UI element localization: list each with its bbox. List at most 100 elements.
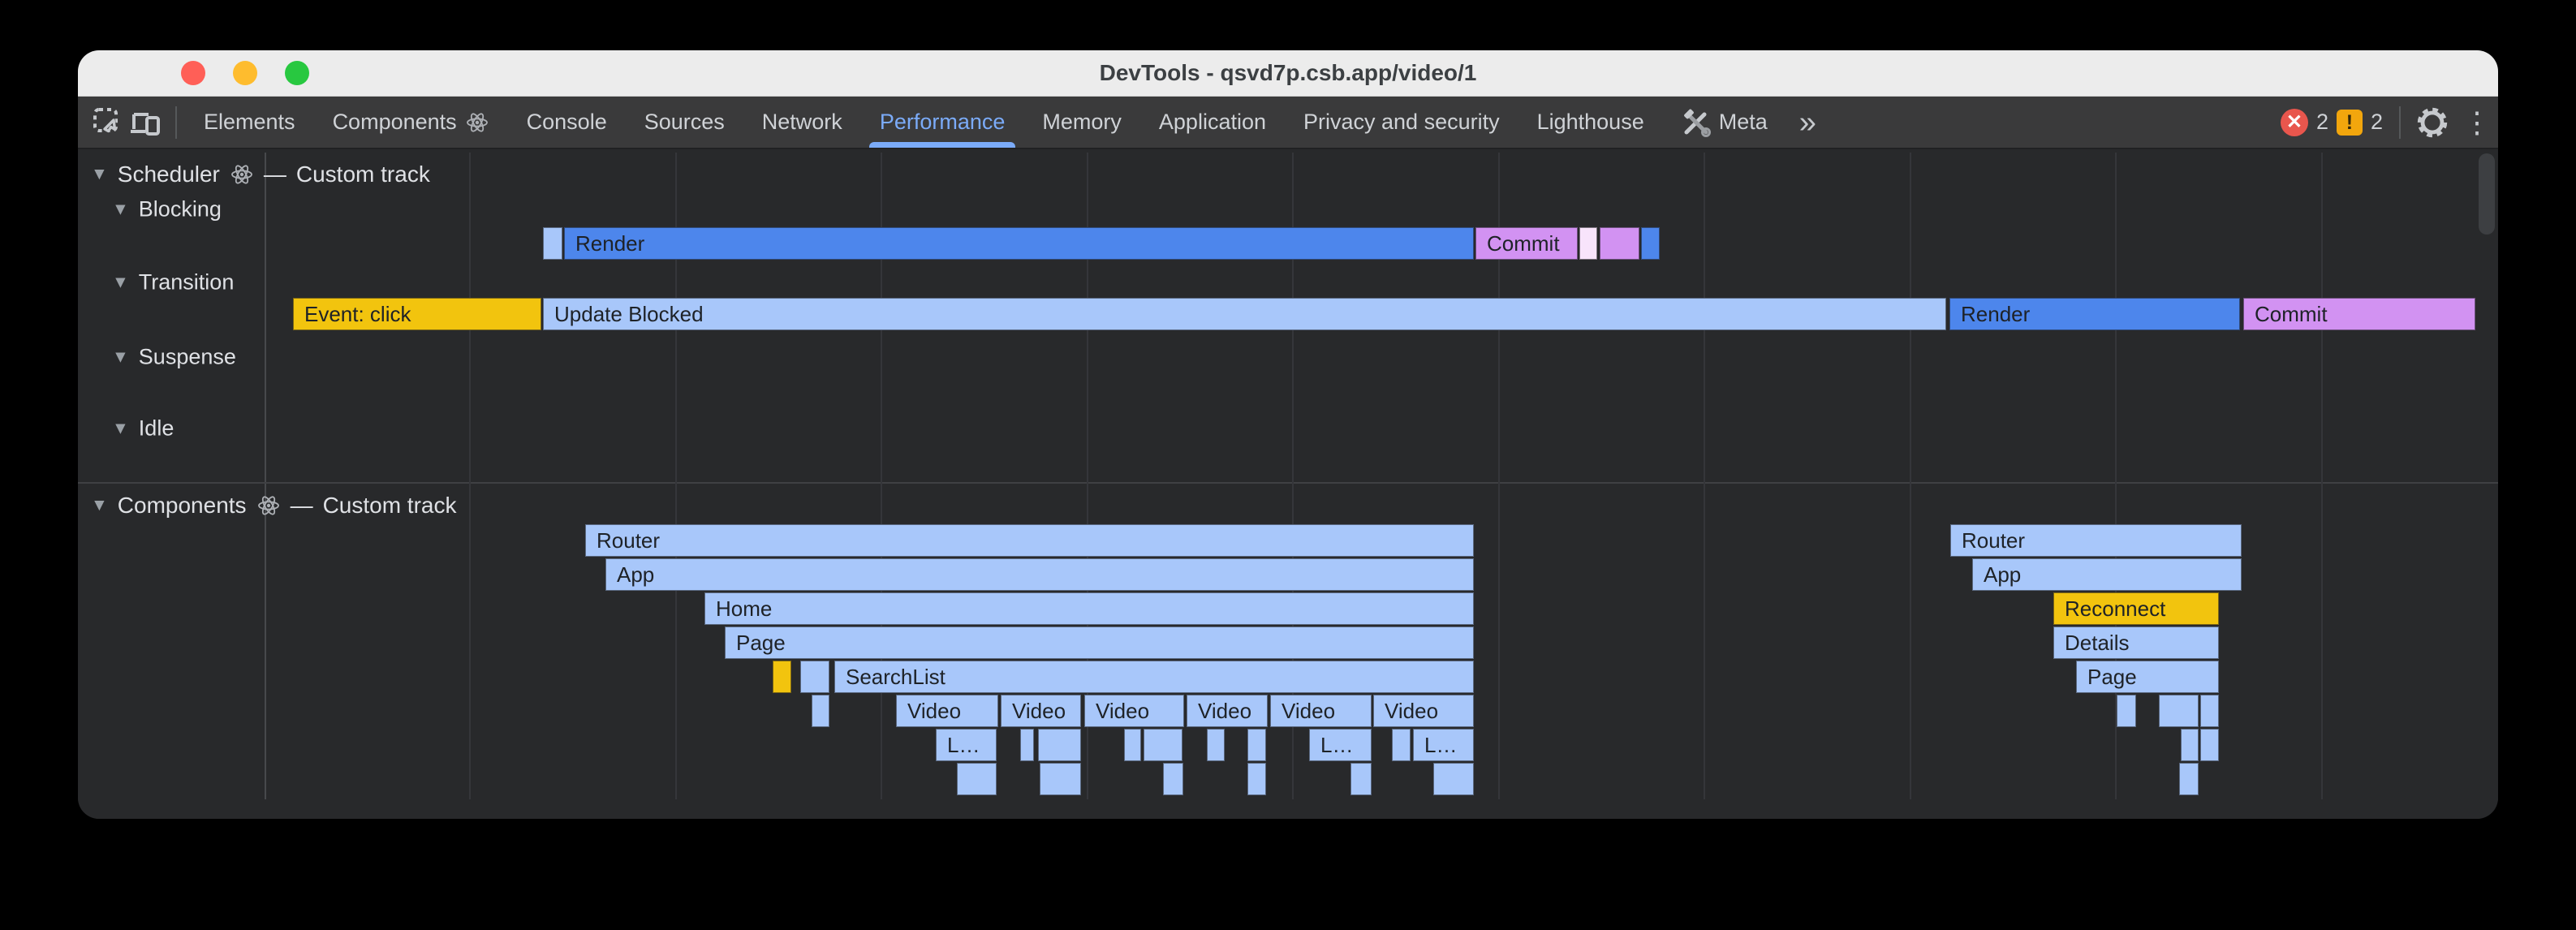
flame-bar-event-click[interactable]: Event: click bbox=[293, 298, 541, 330]
track-header-components[interactable]: ▼Components —Custom track bbox=[91, 493, 457, 519]
flame-bar[interactable] bbox=[1124, 729, 1141, 761]
flame-bar[interactable] bbox=[1207, 729, 1225, 761]
flame-bar-searchlist[interactable]: SearchList bbox=[834, 661, 1474, 693]
track-dash: — bbox=[264, 161, 286, 187]
tab-meta[interactable]: Meta bbox=[1663, 97, 1786, 148]
device-toolbar-icon[interactable] bbox=[127, 104, 164, 141]
flame-bar[interactable] bbox=[1163, 763, 1183, 795]
vertical-scrollbar[interactable] bbox=[2479, 153, 2495, 235]
tab-components[interactable]: Components bbox=[314, 97, 508, 148]
flame-bar[interactable] bbox=[1600, 227, 1639, 260]
flame-bar[interactable] bbox=[543, 227, 562, 260]
flame-bar[interactable] bbox=[2117, 695, 2136, 727]
lane-label-transition[interactable]: ▼Transition bbox=[112, 270, 234, 295]
track-header-scheduler[interactable]: ▼ Scheduler — Custom track bbox=[91, 161, 430, 187]
flame-bar-home[interactable]: Home bbox=[704, 592, 1474, 625]
flame-bar-router[interactable]: Router bbox=[585, 524, 1474, 557]
flame-bar[interactable] bbox=[1247, 763, 1266, 795]
tab-label: Memory bbox=[1042, 110, 1122, 135]
flame-bar-commit[interactable]: Commit bbox=[2243, 298, 2475, 330]
tab-console[interactable]: Console bbox=[508, 97, 626, 148]
flame-bar[interactable] bbox=[2179, 763, 2199, 795]
flame-bar[interactable] bbox=[1392, 729, 1411, 761]
flame-bar-l[interactable]: L… bbox=[1413, 729, 1474, 761]
lane-label-blocking[interactable]: ▼ Blocking bbox=[112, 197, 222, 222]
flame-bar[interactable] bbox=[1433, 763, 1474, 795]
issues-count[interactable]: 2 bbox=[2371, 110, 2383, 135]
flame-bar-reconnect[interactable]: Reconnect bbox=[2053, 592, 2219, 625]
tab-sources[interactable]: Sources bbox=[626, 97, 743, 148]
flame-bar-video[interactable]: Video bbox=[1373, 695, 1474, 727]
tab-performance[interactable]: Performance bbox=[861, 97, 1024, 148]
tab-lighthouse[interactable]: Lighthouse bbox=[1518, 97, 1663, 148]
flame-bar[interactable] bbox=[800, 661, 829, 693]
flame-bar[interactable] bbox=[1040, 763, 1081, 795]
error-count[interactable]: 2 bbox=[2316, 110, 2328, 135]
flame-bar-router[interactable]: Router bbox=[1950, 524, 2242, 557]
more-tabs-button[interactable]: » bbox=[1786, 98, 1829, 147]
gridline bbox=[1704, 153, 1705, 799]
collapse-triangle-icon[interactable]: ▼ bbox=[112, 200, 129, 219]
flame-bar-l[interactable]: L… bbox=[1309, 729, 1372, 761]
track-name: Scheduler bbox=[118, 161, 220, 187]
track-dash: — bbox=[291, 493, 313, 519]
flame-bar[interactable] bbox=[1144, 729, 1182, 761]
tab-privacy-and-security[interactable]: Privacy and security bbox=[1285, 97, 1518, 148]
track-kind: Custom track bbox=[296, 161, 430, 187]
devtools-toolbar: Elements Components ConsoleSourcesNetwork… bbox=[78, 97, 2498, 149]
flame-bar-video[interactable]: Video bbox=[1001, 695, 1081, 727]
devtools-window: DevTools - qsvd7p.csb.app/video/1 Elemen… bbox=[78, 50, 2498, 819]
flame-bar-page[interactable]: Page bbox=[2076, 661, 2219, 693]
inspect-element-icon[interactable] bbox=[89, 104, 127, 141]
tab-label: Lighthouse bbox=[1537, 110, 1644, 135]
flame-bar[interactable] bbox=[1641, 227, 1660, 260]
tab-label: Components bbox=[333, 110, 457, 135]
lane-name: Blocking bbox=[139, 197, 222, 222]
collapse-triangle-icon[interactable]: ▼ bbox=[91, 165, 108, 184]
flame-bar-render[interactable]: Render bbox=[1949, 298, 2240, 330]
flame-bar[interactable] bbox=[2159, 695, 2199, 727]
lane-label-suspense[interactable]: ▼Suspense bbox=[112, 345, 236, 370]
flame-bar-video[interactable]: Video bbox=[1270, 695, 1372, 727]
gridline bbox=[469, 153, 471, 799]
flame-bar-details[interactable]: Details bbox=[2053, 626, 2219, 659]
flame-bar[interactable] bbox=[1350, 763, 1372, 795]
flame-bar-render[interactable]: Render bbox=[564, 227, 1474, 260]
collapse-triangle-icon[interactable]: ▼ bbox=[112, 347, 129, 367]
flame-bar[interactable] bbox=[957, 763, 997, 795]
lane-name: Idle bbox=[139, 416, 174, 441]
flame-bar[interactable] bbox=[1020, 729, 1034, 761]
flame-bar-video[interactable]: Video bbox=[1084, 695, 1184, 727]
flame-bar[interactable] bbox=[1038, 729, 1081, 761]
tab-memory[interactable]: Memory bbox=[1023, 97, 1140, 148]
flame-bar[interactable] bbox=[1579, 227, 1597, 260]
flame-bar-update-blocked[interactable]: Update Blocked bbox=[543, 298, 1946, 330]
flame-bar-page[interactable]: Page bbox=[725, 626, 1474, 659]
flame-bar-app[interactable]: App bbox=[1972, 558, 2242, 591]
error-icon[interactable]: ✕ bbox=[2281, 109, 2308, 136]
flame-bar[interactable] bbox=[812, 695, 829, 727]
flame-bar-commit[interactable]: Commit bbox=[1475, 227, 1578, 260]
desktop-background: DevTools - qsvd7p.csb.app/video/1 Elemen… bbox=[0, 0, 2576, 930]
flame-bar-l[interactable]: L… bbox=[936, 729, 997, 761]
panel-tab-strip: Elements Components ConsoleSourcesNetwork… bbox=[185, 97, 1786, 148]
tab-application[interactable]: Application bbox=[1140, 97, 1285, 148]
tab-elements[interactable]: Elements bbox=[185, 97, 314, 148]
tab-network[interactable]: Network bbox=[743, 97, 861, 148]
flame-bar[interactable] bbox=[2200, 729, 2219, 761]
collapse-triangle-icon[interactable]: ▼ bbox=[112, 419, 129, 438]
flame-bar-app[interactable]: App bbox=[605, 558, 1474, 591]
flame-bar[interactable] bbox=[2181, 729, 2199, 761]
lane-label-idle[interactable]: ▼ Idle bbox=[112, 416, 174, 441]
collapse-triangle-icon[interactable]: ▼ bbox=[91, 496, 108, 515]
flame-bar[interactable] bbox=[2200, 695, 2219, 727]
flame-bar[interactable] bbox=[1247, 729, 1266, 761]
flame-bar-video[interactable]: Video bbox=[896, 695, 998, 727]
flame-bar[interactable] bbox=[773, 661, 791, 693]
settings-gear-icon[interactable] bbox=[2414, 104, 2451, 141]
kebab-menu-icon[interactable]: ⋮ bbox=[2461, 105, 2493, 140]
track-label-divider bbox=[265, 153, 266, 799]
collapse-triangle-icon[interactable]: ▼ bbox=[112, 273, 129, 292]
issues-icon[interactable]: ! bbox=[2337, 110, 2363, 136]
flame-bar-video[interactable]: Video bbox=[1187, 695, 1268, 727]
